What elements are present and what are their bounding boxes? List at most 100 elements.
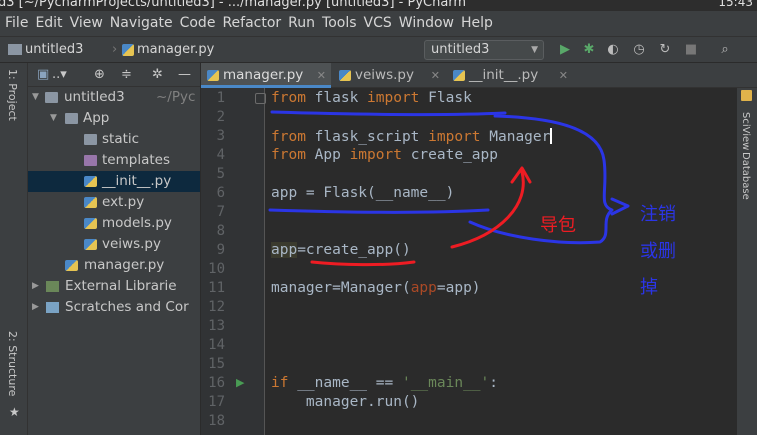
library-icon xyxy=(46,281,59,292)
settings-gear-icon[interactable]: ✲ xyxy=(152,67,163,82)
menu-refactor[interactable]: Refactor xyxy=(220,11,283,36)
menu-edit[interactable]: Edit xyxy=(33,11,64,36)
menu-tools[interactable]: Tools xyxy=(320,11,359,36)
navigation-bar: untitled3 › manager.py untitled3 ▼ ▶ ✱ ◐ … xyxy=(0,36,757,63)
tree-item-label: App xyxy=(83,110,110,126)
expand-arrow-icon[interactable]: ▼ xyxy=(32,87,39,108)
line-number: 17 xyxy=(208,394,225,410)
expand-arrow-icon[interactable]: ▼ xyxy=(50,108,57,129)
tree-item-veiws-py[interactable]: veiws.py xyxy=(28,234,200,255)
folder-icon xyxy=(45,92,58,103)
favorites-star-icon[interactable]: ★ xyxy=(9,405,20,419)
breadcrumb-project[interactable]: untitled3 xyxy=(8,37,83,63)
debug-icon[interactable]: ✱ xyxy=(580,41,598,59)
search-icon[interactable]: ⌕ xyxy=(716,41,734,59)
breadcrumb-file[interactable]: manager.py xyxy=(122,37,214,63)
code-line-6: app = Flask(__name__) xyxy=(271,185,455,201)
editor-tab-bar: manager.py ✕ veiws.py ✕ __init__.py ✕ xyxy=(201,63,757,88)
sciview-tool-tab[interactable]: SciView xyxy=(740,112,751,150)
tree-item-manager-py[interactable]: manager.py xyxy=(28,255,200,276)
code-line-17: manager.run() xyxy=(271,394,420,410)
line-number: 16 xyxy=(208,375,225,391)
collapse-all-icon[interactable]: ≑ xyxy=(121,67,132,82)
templates-folder-icon xyxy=(84,155,97,166)
menu-view[interactable]: View xyxy=(68,11,105,36)
structure-tool-tab[interactable]: 2: Structure xyxy=(6,331,19,396)
tree-item-external-libraries[interactable]: ▶ External Librarie xyxy=(28,276,200,297)
tree-item-label: Scratches and Cor xyxy=(65,299,189,315)
tab-label: __init__.py xyxy=(469,67,539,83)
expand-arrow-icon[interactable]: ▶ xyxy=(32,297,39,318)
project-view-dropdown[interactable]: ..▾ xyxy=(52,67,67,82)
tree-item-untitled3[interactable]: ▼ untitled3 ~/Pyc xyxy=(28,87,200,108)
tab-veiws-py[interactable]: veiws.py ✕ xyxy=(333,63,445,88)
rerun-icon[interactable]: ↻ xyxy=(656,41,674,59)
run-config-label: untitled3 xyxy=(431,42,490,57)
close-icon[interactable]: ✕ xyxy=(317,63,326,88)
line-number: 3 xyxy=(216,128,225,144)
tree-item-static[interactable]: static xyxy=(28,129,200,150)
tree-item-label: models.py xyxy=(102,215,172,231)
left-tool-strip: 1: Project 2: Structure ★ xyxy=(0,63,28,435)
tree-item-ext-py[interactable]: ext.py xyxy=(28,192,200,213)
menu-navigate[interactable]: Navigate xyxy=(108,11,175,36)
folder-icon xyxy=(84,134,97,145)
project-tool-tab[interactable]: 1: Project xyxy=(6,69,19,121)
database-tool-tab[interactable]: Database xyxy=(740,152,751,200)
tree-item-label: veiws.py xyxy=(102,236,161,252)
project-view-icon[interactable]: ▣ xyxy=(37,67,49,82)
menu-file[interactable]: File xyxy=(3,11,30,36)
window-title: d3 [~/PycharmProjects/untitled3] - .../m… xyxy=(0,0,467,10)
breadcrumb-file-label: manager.py xyxy=(137,42,215,57)
tree-item-label: static xyxy=(102,131,140,147)
tree-item-label: untitled3 xyxy=(64,89,125,105)
menu-run[interactable]: Run xyxy=(286,11,317,36)
close-icon[interactable]: ✕ xyxy=(431,63,440,88)
menu-help[interactable]: Help xyxy=(459,11,495,36)
tree-item-init-py[interactable]: __init__.py xyxy=(28,171,200,192)
line-number: 13 xyxy=(208,318,225,334)
hide-panel-icon[interactable]: — xyxy=(178,67,191,82)
profile-icon[interactable]: ◷ xyxy=(630,41,648,59)
stop-icon[interactable]: ■ xyxy=(682,41,700,59)
tree-item-path-hint: ~/Pyc xyxy=(156,89,196,105)
code-line-16: if __name__ == '__main__': xyxy=(271,375,499,391)
menu-vcs[interactable]: VCS xyxy=(362,11,394,36)
tree-item-label: External Librarie xyxy=(65,278,177,294)
line-number: 14 xyxy=(208,337,225,353)
scratches-icon xyxy=(46,302,59,313)
inspection-status-icon[interactable] xyxy=(741,90,752,101)
python-file-icon xyxy=(84,176,97,187)
code-line-4: from App import create_app xyxy=(271,147,498,163)
tree-item-models-py[interactable]: models.py xyxy=(28,213,200,234)
coverage-icon[interactable]: ◐ xyxy=(604,41,622,59)
package-icon xyxy=(65,113,78,124)
tree-item-templates[interactable]: templates xyxy=(28,150,200,171)
code-line-3: from flask_script import Manager xyxy=(271,128,553,145)
python-file-icon xyxy=(453,70,465,81)
system-clock: 15:43 xyxy=(718,0,753,9)
right-tool-strip: SciView Database xyxy=(736,88,757,435)
code-line-9: app=create_app() xyxy=(271,242,411,258)
run-icon[interactable]: ▶ xyxy=(556,41,574,59)
run-configuration-select[interactable]: untitled3 ▼ xyxy=(424,40,544,60)
breadcrumb-separator: › xyxy=(112,42,118,57)
tree-item-app[interactable]: ▼ App xyxy=(28,108,200,129)
tree-item-scratches[interactable]: ▶ Scratches and Cor xyxy=(28,297,200,318)
line-number: 5 xyxy=(216,166,225,182)
line-number: 4 xyxy=(216,147,225,163)
tree-item-label: ext.py xyxy=(102,194,145,210)
menu-window[interactable]: Window xyxy=(397,11,456,36)
python-file-icon xyxy=(207,70,219,81)
fold-marker-icon[interactable] xyxy=(255,93,266,104)
tab-manager-py[interactable]: manager.py ✕ xyxy=(201,63,331,88)
run-line-marker-icon[interactable]: ▶ xyxy=(236,376,244,389)
python-file-icon xyxy=(65,260,78,271)
expand-arrow-icon[interactable]: ▶ xyxy=(32,276,39,297)
tab-init-py[interactable]: __init__.py ✕ xyxy=(447,63,573,88)
menu-code[interactable]: Code xyxy=(178,11,218,36)
folder-icon xyxy=(8,44,22,55)
close-icon[interactable]: ✕ xyxy=(559,63,568,88)
annotation-comment-note-1: 注销 xyxy=(640,204,676,225)
scroll-from-source-icon[interactable]: ⊕ xyxy=(94,67,105,82)
